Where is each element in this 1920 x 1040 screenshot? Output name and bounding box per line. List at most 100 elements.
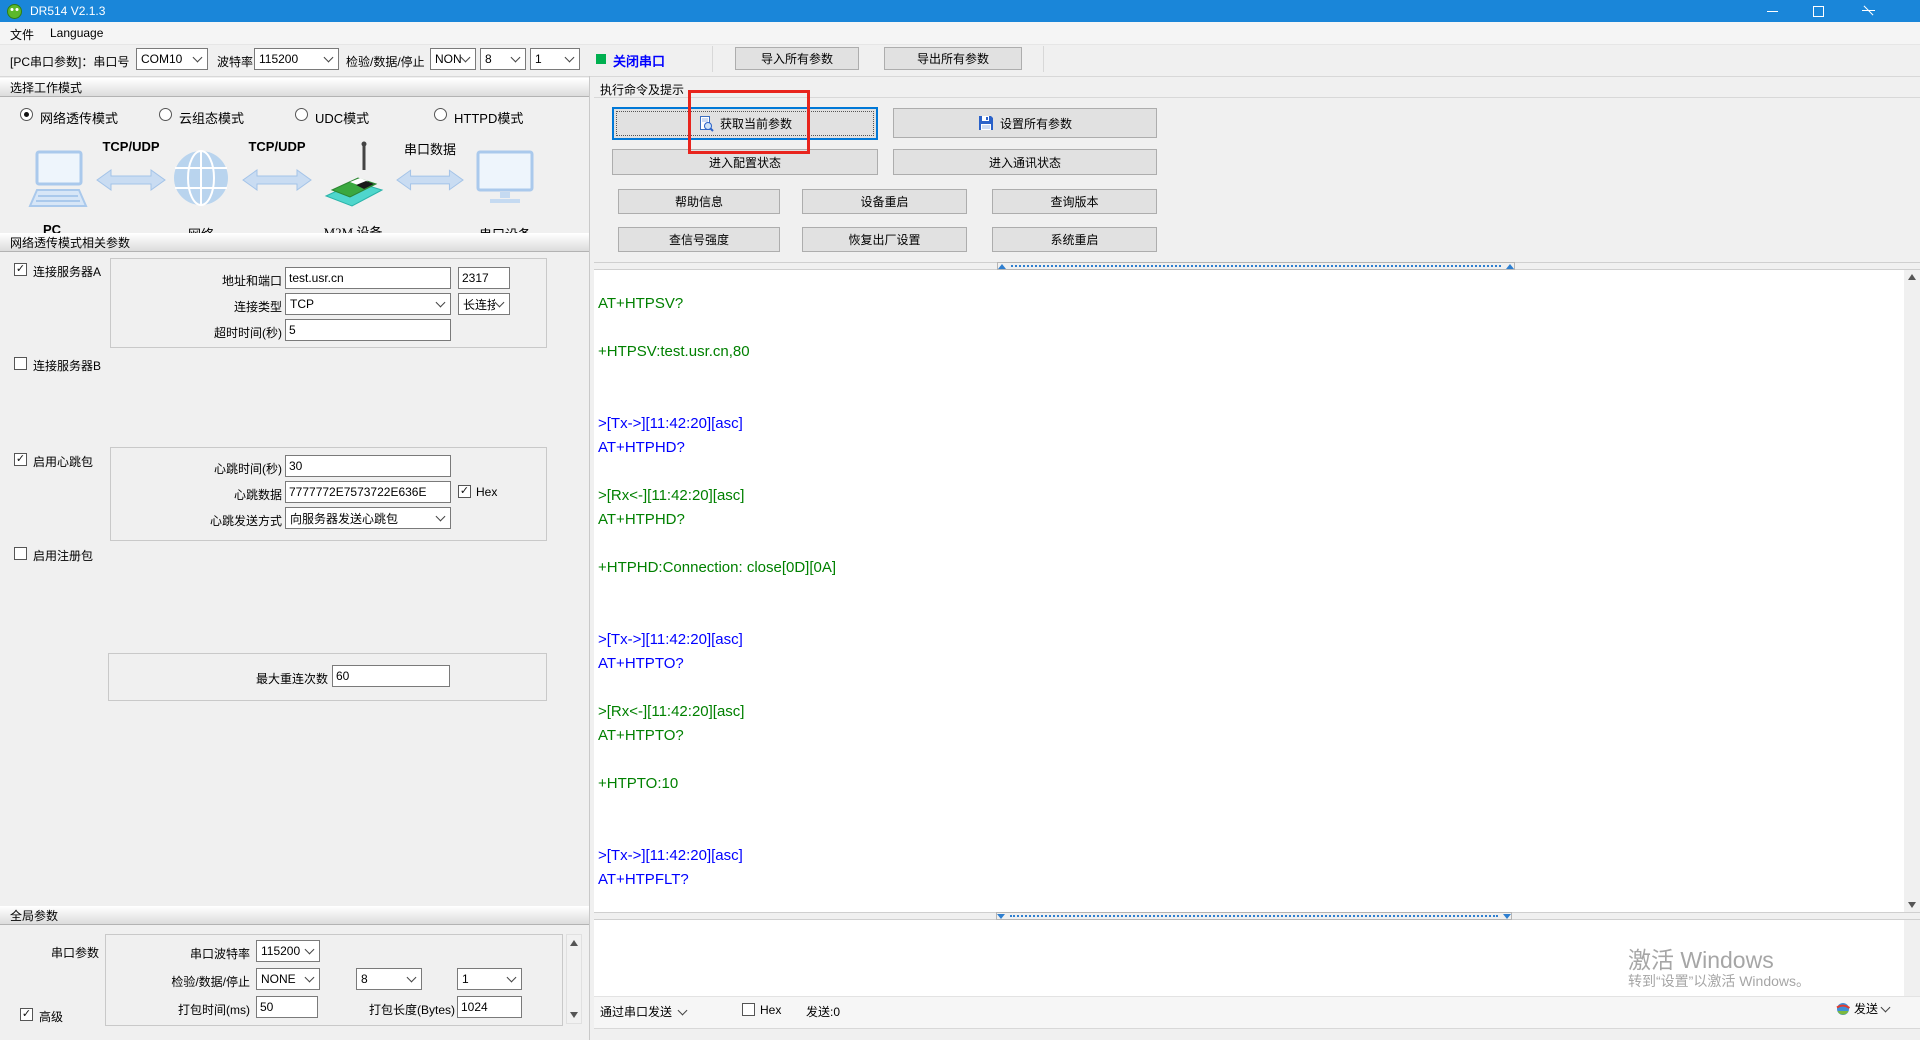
- global-databits-select[interactable]: 8: [356, 968, 422, 990]
- left-panel-scrollbar[interactable]: [566, 934, 582, 1024]
- conn-mode-select[interactable]: 长连接: [458, 293, 510, 315]
- splitter-handle[interactable]: [996, 912, 1512, 920]
- send-hex-label: Hex: [760, 1003, 781, 1017]
- log-line: [598, 676, 1904, 700]
- scroll-up-icon: [1908, 274, 1916, 280]
- log-line: [598, 796, 1904, 820]
- import-params-button[interactable]: 导入所有参数: [735, 47, 859, 70]
- heartbeat-checkbox[interactable]: [14, 453, 27, 466]
- log-output-area[interactable]: AT+HTPSV?+HTPSV:test.usr.cn,80>[Tx->][11…: [594, 270, 1904, 912]
- windows-activation-watermark: 激活 Windows: [1628, 941, 1774, 975]
- radio-udc-mode[interactable]: [295, 108, 308, 121]
- query-version-button[interactable]: 查询版本: [992, 189, 1157, 214]
- heartbeat-time-label: 心跳时间(秒): [162, 460, 282, 477]
- chevron-down-icon: [436, 299, 446, 309]
- system-restart-button[interactable]: 系统重启: [992, 227, 1157, 252]
- exec-cmd-header: 执行命令及提示: [600, 81, 684, 98]
- radio-net-transparent-mode[interactable]: [20, 108, 33, 121]
- maximize-button[interactable]: [1795, 0, 1840, 22]
- com-port-select[interactable]: COM10: [136, 48, 208, 70]
- chevron-down-icon: [507, 974, 517, 984]
- log-line: [598, 748, 1904, 772]
- send-toolbar: [594, 996, 1920, 1029]
- baud-select[interactable]: 115200: [254, 48, 339, 70]
- timeout-input[interactable]: [285, 319, 451, 341]
- send-button[interactable]: 发送: [1836, 1000, 1895, 1017]
- maximize-icon: [1813, 6, 1824, 17]
- chevron-down-icon: [305, 974, 315, 984]
- mode-label: 网络透传模式: [40, 108, 118, 127]
- mode-label: HTTPD模式: [454, 108, 523, 127]
- radio-cloud-scada-mode[interactable]: [159, 108, 172, 121]
- serverA-port-input[interactable]: [458, 267, 510, 289]
- packtime-input[interactable]: [256, 996, 318, 1018]
- chevron-down-icon: [324, 54, 334, 64]
- menu-language[interactable]: Language: [50, 26, 103, 40]
- query-signal-button[interactable]: 查信号强度: [618, 227, 780, 252]
- help-info-button[interactable]: 帮助信息: [618, 189, 780, 214]
- advanced-label: 高级: [39, 1008, 63, 1025]
- advanced-checkbox[interactable]: [20, 1008, 33, 1021]
- log-line: [598, 580, 1904, 604]
- log-line: >[Tx->][11:42:20][asc]: [598, 412, 1904, 436]
- serverA-address-input[interactable]: [285, 267, 451, 289]
- log-line: [598, 532, 1904, 556]
- log-lines: AT+HTPSV?+HTPSV:test.usr.cn,80>[Tx->][11…: [594, 292, 1904, 892]
- serverB-checkbox[interactable]: [14, 357, 27, 370]
- diagram-link3-label: 串口数据: [404, 139, 456, 158]
- stopbits-select[interactable]: 1: [530, 48, 580, 70]
- heartbeat-time-input[interactable]: [285, 455, 451, 477]
- packlen-input[interactable]: [457, 996, 522, 1018]
- global-stopbits-select[interactable]: 1: [457, 968, 522, 990]
- splitter-arrow-icon: [998, 264, 1006, 269]
- parity-select[interactable]: NONI: [430, 48, 476, 70]
- scroll-up-icon: [570, 940, 578, 946]
- splitter-handle[interactable]: [997, 262, 1515, 270]
- minimize-icon: [1767, 11, 1778, 12]
- log-line: [598, 604, 1904, 628]
- log-line: +HTPTO:10: [598, 772, 1904, 796]
- heartbeat-data-input[interactable]: [285, 481, 451, 503]
- log-line: >[Rx<-][11:42:20][asc]: [598, 484, 1904, 508]
- heartbeat-mode-select[interactable]: 向服务器发送心跳包: [285, 507, 451, 529]
- device-restart-button[interactable]: 设备重启: [802, 189, 967, 214]
- close-button[interactable]: [1845, 0, 1890, 22]
- log-bottom-splitter: [594, 912, 1920, 920]
- panel-divider: [589, 76, 590, 1040]
- serverB-label: 连接服务器B: [33, 357, 101, 374]
- heartbeat-data-label: 心跳数据: [162, 486, 282, 503]
- send-globe-icon: [1836, 1002, 1850, 1016]
- log-line: >[Tx->][11:42:20][asc]: [598, 628, 1904, 652]
- factory-reset-button[interactable]: 恢复出厂设置: [802, 227, 967, 252]
- export-params-button[interactable]: 导出所有参数: [884, 47, 1022, 70]
- double-arrow-icon: [396, 168, 464, 192]
- send-hex-checkbox[interactable]: [742, 1003, 755, 1016]
- serverA-checkbox[interactable]: [14, 263, 27, 276]
- divider: [1043, 46, 1044, 72]
- global-baud-label: 串口波特率: [150, 945, 250, 962]
- global-parity-select[interactable]: NONE: [256, 968, 320, 990]
- log-vertical-scrollbar[interactable]: [1904, 270, 1920, 912]
- save-params-icon: [978, 115, 994, 131]
- global-baud-select[interactable]: 115200: [256, 940, 320, 962]
- heartbeat-hex-label: Hex: [476, 485, 497, 499]
- reconnect-input[interactable]: [332, 665, 450, 687]
- heartbeat-hex-checkbox[interactable]: [458, 485, 471, 498]
- databits-select[interactable]: 8: [480, 48, 526, 70]
- send-via-serial-button[interactable]: 通过串口发送: [600, 1003, 692, 1020]
- enter-comm-button[interactable]: 进入通讯状态: [893, 149, 1157, 175]
- set-all-params-button[interactable]: 设置所有参数: [893, 108, 1157, 138]
- network-globe-icon: [172, 146, 230, 210]
- close-port-button[interactable]: 关闭串口: [613, 51, 665, 70]
- menu-file[interactable]: 文件: [10, 26, 34, 43]
- chevron-down-icon: [193, 54, 203, 64]
- conn-type-select[interactable]: TCP: [285, 293, 451, 315]
- global-params-header: 全局参数: [0, 906, 589, 925]
- minimize-button[interactable]: [1750, 0, 1795, 22]
- radio-httpd-mode[interactable]: [434, 108, 447, 121]
- log-line: [598, 820, 1904, 844]
- divider: [0, 76, 1920, 77]
- log-line: [598, 388, 1904, 412]
- register-checkbox[interactable]: [14, 547, 27, 560]
- log-line: AT+HTPSV?: [598, 292, 1904, 316]
